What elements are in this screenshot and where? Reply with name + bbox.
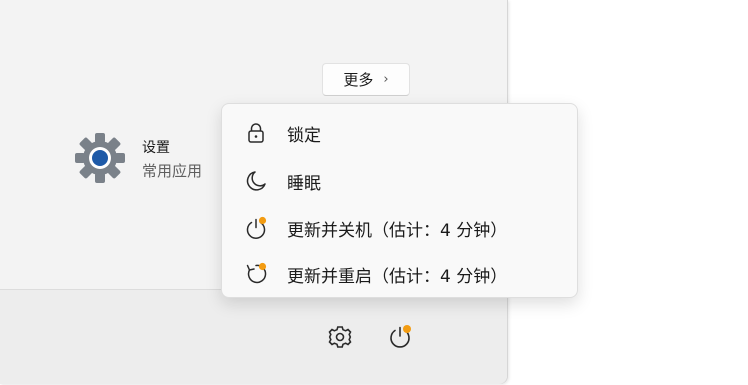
moon-icon: [246, 171, 266, 191]
settings-gear-icon: [75, 133, 125, 183]
menu-item-label: 锁定: [287, 126, 321, 146]
menu-item-update-restart[interactable]: 更新并重启（估计：4 分钟）: [222, 253, 577, 293]
power-menu: 锁定 睡眠 更新并关机（估计：4 分钟） 更新并重启（估计：4 分钟）: [221, 103, 578, 298]
menu-item-lock[interactable]: 锁定: [222, 112, 577, 152]
menu-item-label: 睡眠: [287, 174, 321, 194]
power-update-icon[interactable]: [386, 323, 414, 351]
more-button[interactable]: 更多 ›: [322, 63, 410, 96]
menu-item-sleep[interactable]: 睡眠: [222, 160, 577, 200]
chevron-right-icon: ›: [383, 72, 389, 87]
settings-icon[interactable]: [326, 323, 354, 351]
app-subtitle: 常用应用: [142, 162, 203, 180]
menu-item-update-shutdown[interactable]: 更新并关机（估计：4 分钟）: [222, 207, 577, 247]
app-name: 设置: [142, 140, 170, 156]
restart-update-icon: [246, 262, 267, 284]
start-menu-footer: [0, 289, 507, 384]
menu-item-label: 更新并关机（估计：4 分钟）: [287, 221, 508, 241]
lock-icon: [248, 123, 264, 143]
menu-item-label: 更新并重启（估计：4 分钟）: [287, 267, 508, 287]
more-button-label: 更多: [343, 71, 374, 89]
power-update-icon: [246, 216, 267, 239]
